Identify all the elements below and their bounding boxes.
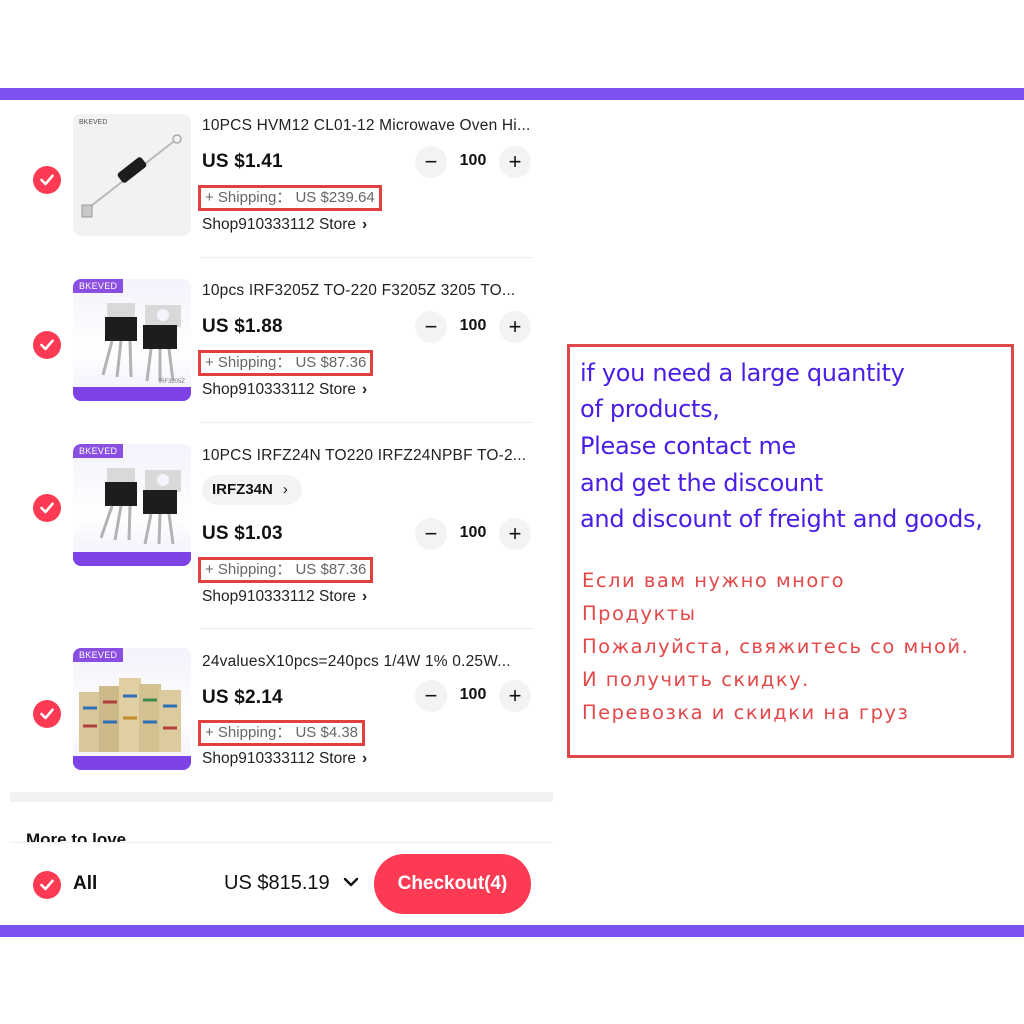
notice-ru-line: Продукты bbox=[582, 602, 697, 625]
shipping-cost: + Shipping： US $239.64 bbox=[198, 185, 382, 211]
product-title[interactable]: 10PCS HVM12 CL01-12 Microwave Oven Hi... bbox=[202, 116, 535, 136]
checkmark-icon bbox=[40, 174, 54, 186]
resistor-kit-image bbox=[79, 678, 181, 752]
store-link[interactable]: Shop910333112 Store › bbox=[202, 216, 367, 234]
product-title[interactable]: 10PCS IRFZ24N TO220 IRFZ24NPBF TO-2... bbox=[202, 446, 535, 466]
increase-button[interactable]: + bbox=[499, 311, 531, 343]
quantity-stepper: − 100 + bbox=[415, 680, 531, 712]
bottom-accent-band bbox=[0, 925, 1024, 937]
chevron-right-icon: › bbox=[362, 750, 368, 767]
cart-item: BKEVED IRF3205Z 10pcs IRF3205Z TO-220 F3… bbox=[10, 265, 553, 425]
cart-total[interactable]: US $815.19 bbox=[224, 872, 330, 895]
shipping-cost: + Shipping： US $4.38 bbox=[198, 720, 366, 746]
store-link[interactable]: Shop910333112 Store › bbox=[202, 750, 367, 768]
quantity-value[interactable]: 100 bbox=[451, 524, 495, 542]
store-name: Shop910333112 Store bbox=[202, 381, 356, 398]
checkout-button[interactable]: Checkout(4) bbox=[374, 854, 531, 914]
product-thumbnail[interactable]: BKEVED IRF3205Z bbox=[73, 279, 191, 401]
quantity-stepper: − 100 + bbox=[415, 311, 531, 343]
store-link[interactable]: Shop910333112 Store › bbox=[202, 588, 367, 606]
thumb-brand: BKEVED bbox=[73, 444, 124, 458]
store-name: Shop910333112 Store bbox=[202, 216, 356, 233]
decrease-button[interactable]: − bbox=[415, 680, 447, 712]
product-price: US $2.14 bbox=[202, 687, 283, 708]
notice-en-line: if you need a large quantity bbox=[580, 359, 905, 387]
notice-en-line: of products, bbox=[580, 395, 720, 423]
thumb-footer bbox=[73, 756, 191, 770]
select-all-checkbox[interactable] bbox=[33, 871, 61, 899]
shipping-cost: + Shipping： US $87.36 bbox=[198, 557, 374, 583]
product-thumbnail[interactable]: BKEVED bbox=[73, 114, 191, 236]
product-price: US $1.41 bbox=[202, 151, 283, 172]
product-price: US $1.03 bbox=[202, 523, 283, 544]
chevron-right-icon: › bbox=[362, 216, 368, 233]
section-separator bbox=[10, 792, 553, 802]
cart-item: BKEVED 24valuesX10pcs=240pcs 1/4W 1% 0.2… bbox=[10, 636, 553, 796]
notice-ru-line: И получить скидку. bbox=[582, 668, 810, 691]
product-thumbnail[interactable]: BKEVED bbox=[73, 648, 191, 770]
variant-selector[interactable]: IRFZ34N › bbox=[202, 475, 302, 505]
top-accent-band bbox=[0, 88, 1024, 100]
product-thumbnail[interactable]: BKEVED bbox=[73, 444, 191, 566]
chevron-right-icon: › bbox=[362, 381, 368, 398]
store-name: Shop910333112 Store bbox=[202, 750, 356, 767]
quantity-value[interactable]: 100 bbox=[451, 317, 495, 335]
product-price: US $1.88 bbox=[202, 316, 283, 337]
quantity-stepper: − 100 + bbox=[415, 146, 531, 178]
item-checkbox[interactable] bbox=[33, 166, 61, 194]
thumb-label: IRF3205Z bbox=[158, 379, 185, 385]
store-link[interactable]: Shop910333112 Store › bbox=[202, 381, 367, 399]
thumb-brand: BKEVED bbox=[79, 119, 108, 126]
quantity-value[interactable]: 100 bbox=[451, 152, 495, 170]
cart-item: BKEVED 10PCS IRFZ24N TO220 IRFZ24NPBF TO… bbox=[10, 430, 553, 630]
product-title[interactable]: 10pcs IRF3205Z TO-220 F3205Z 3205 TO... bbox=[202, 281, 535, 301]
item-checkbox[interactable] bbox=[33, 494, 61, 522]
quantity-value[interactable]: 100 bbox=[451, 686, 495, 704]
checkmark-icon bbox=[40, 502, 54, 514]
notice-en-line: and discount of freight and goods, bbox=[580, 505, 983, 533]
notice-ru-line: Пожалуйста, свяжитесь со мной. bbox=[582, 635, 970, 658]
shipping-cost: + Shipping： US $87.36 bbox=[198, 350, 374, 376]
checkmark-icon bbox=[40, 879, 54, 891]
cart-item: BKEVED 10PCS HVM12 CL01-12 Microwave Ove… bbox=[10, 100, 553, 260]
item-checkbox[interactable] bbox=[33, 700, 61, 728]
quantity-stepper: − 100 + bbox=[415, 518, 531, 550]
thumb-footer bbox=[73, 387, 191, 401]
increase-button[interactable]: + bbox=[499, 680, 531, 712]
notice-box: if you need a large quantity of products… bbox=[567, 344, 1014, 758]
checkout-bar: All US $815.19 Checkout(4) bbox=[10, 842, 553, 925]
checkmark-icon bbox=[40, 339, 54, 351]
chevron-right-icon: › bbox=[282, 481, 288, 498]
store-name: Shop910333112 Store bbox=[202, 588, 356, 605]
notice-en-line: and get the discount bbox=[580, 469, 823, 497]
decrease-button[interactable]: − bbox=[415, 311, 447, 343]
transistor-image bbox=[99, 468, 181, 545]
product-title[interactable]: 24valuesX10pcs=240pcs 1/4W 1% 0.25W... bbox=[202, 652, 535, 672]
item-divider bbox=[200, 628, 533, 629]
chevron-right-icon: › bbox=[362, 588, 368, 605]
variant-label: IRFZ34N bbox=[212, 481, 273, 498]
thumb-footer bbox=[73, 552, 191, 566]
notice-ru-line: Если вам нужно много bbox=[582, 569, 846, 592]
decrease-button[interactable]: − bbox=[415, 518, 447, 550]
chevron-down-icon[interactable] bbox=[342, 875, 360, 889]
diode-image bbox=[81, 134, 182, 218]
item-divider bbox=[200, 422, 533, 423]
decrease-button[interactable]: − bbox=[415, 146, 447, 178]
item-checkbox[interactable] bbox=[33, 331, 61, 359]
increase-button[interactable]: + bbox=[499, 518, 531, 550]
checkmark-icon bbox=[40, 708, 54, 720]
item-divider bbox=[200, 257, 533, 258]
select-all-label[interactable]: All bbox=[73, 873, 97, 895]
thumb-brand: BKEVED bbox=[73, 279, 124, 293]
notice-ru-line: Перевозка и скидки на груз bbox=[582, 701, 910, 724]
cart-panel: BKEVED 10PCS HVM12 CL01-12 Microwave Ove… bbox=[10, 100, 553, 925]
increase-button[interactable]: + bbox=[499, 146, 531, 178]
thumb-brand: BKEVED bbox=[73, 648, 124, 662]
notice-en-line: Please contact me bbox=[580, 432, 796, 460]
